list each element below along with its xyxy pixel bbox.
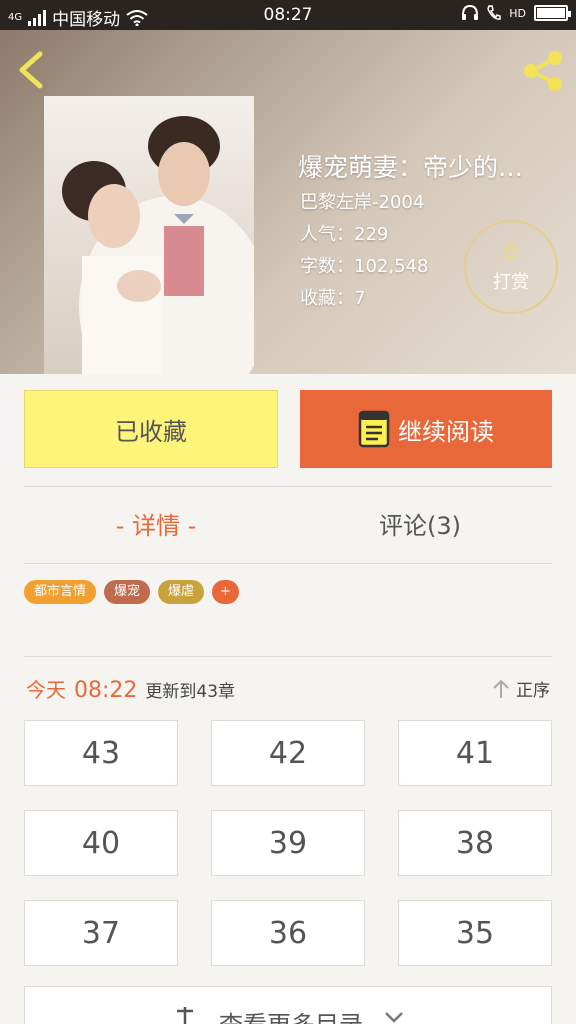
tab-comments[interactable]: 评论(3) xyxy=(288,506,552,541)
tip-label: 打赏 xyxy=(493,272,529,293)
chapter-button[interactable]: 37 xyxy=(24,900,178,966)
headset-icon xyxy=(462,5,479,20)
divider xyxy=(24,486,552,487)
tip-button[interactable]: 0 打赏 xyxy=(464,220,558,314)
share-icon xyxy=(524,51,562,91)
tab-detail[interactable]: - 详情 - xyxy=(24,506,288,541)
more-catalog-button[interactable]: 查看更多目录 xyxy=(24,986,552,1024)
continue-reading-button[interactable]: 继续阅读 xyxy=(300,390,552,468)
tag-list: 都市言情 爆宠 爆虐 + xyxy=(24,580,239,604)
tag-item[interactable]: 都市言情 xyxy=(24,580,97,604)
update-info: 今天 08:22 更新到43章 xyxy=(26,674,235,703)
update-day: 今天 xyxy=(26,678,66,702)
tag-item[interactable]: 爆宠 xyxy=(104,580,151,604)
chapter-button[interactable]: 43 xyxy=(24,720,178,786)
phone-icon xyxy=(487,5,501,20)
add-tag-button[interactable]: + xyxy=(212,580,239,604)
chapter-button[interactable]: 41 xyxy=(398,720,552,786)
battery-icon xyxy=(534,5,571,21)
book-title: 爆宠萌妻：帝少的… xyxy=(298,153,524,182)
status-right: HD xyxy=(461,5,571,21)
collected-label: 已收藏 xyxy=(115,417,187,446)
status-bar: 4G 中国移动 08:27 HD xyxy=(0,0,576,30)
divider xyxy=(24,656,552,657)
chevron-down-icon xyxy=(385,1012,403,1023)
hd-label: HD xyxy=(509,6,526,20)
share-button[interactable] xyxy=(520,48,566,94)
chapter-button[interactable]: 38 xyxy=(398,810,552,876)
tip-count: 0 xyxy=(504,240,518,264)
more-catalog-label: 查看更多目录 xyxy=(219,1005,363,1024)
book-author[interactable]: 巴黎左岸-2004 xyxy=(300,188,424,214)
book-cover[interactable] xyxy=(44,96,254,374)
sort-button[interactable]: 正序 xyxy=(492,676,550,701)
chevron-left-icon xyxy=(19,51,43,89)
update-time: 08:22 xyxy=(74,678,138,703)
book-icon xyxy=(358,410,390,448)
continue-reading-label: 继续阅读 xyxy=(398,417,494,446)
chapter-button[interactable]: 39 xyxy=(211,810,365,876)
collected-button[interactable]: 已收藏 xyxy=(24,390,278,468)
tag-item[interactable]: 爆虐 xyxy=(158,580,205,604)
book-header: 爆宠萌妻：帝少的… 巴黎左岸-2004 人气：229 字数：102,548 收藏… xyxy=(0,30,576,374)
arrow-up-icon xyxy=(493,679,509,698)
update-text: 更新到43章 xyxy=(145,682,236,702)
divider xyxy=(24,563,552,564)
chapter-button[interactable]: 36 xyxy=(211,900,365,966)
book-word-count: 字数：102,548 xyxy=(300,256,429,277)
book-popularity: 人气：229 xyxy=(300,224,389,245)
back-button[interactable] xyxy=(14,50,54,90)
chapter-grid: 43 42 41 40 39 38 37 36 35 xyxy=(24,720,552,966)
sort-label: 正序 xyxy=(516,681,550,701)
cover-image xyxy=(44,96,254,374)
chapter-button[interactable]: 35 xyxy=(398,900,552,966)
chapter-button[interactable]: 42 xyxy=(211,720,365,786)
chapter-button[interactable]: 40 xyxy=(24,810,178,876)
list-icon xyxy=(177,1007,193,1024)
book-favorites: 收藏：7 xyxy=(300,288,366,309)
